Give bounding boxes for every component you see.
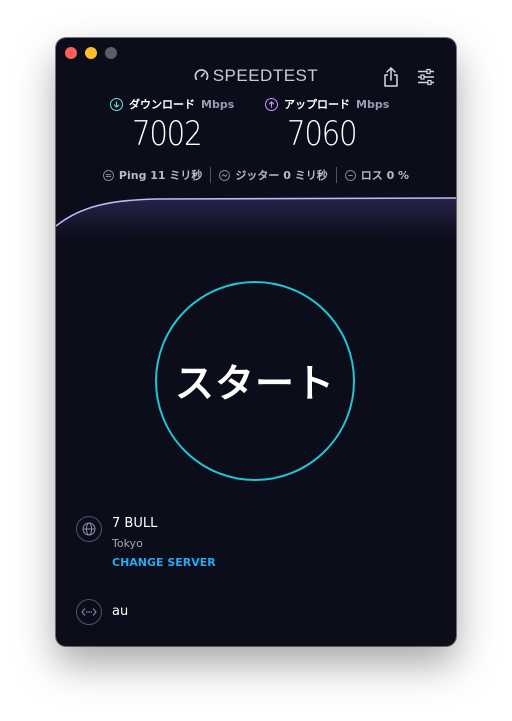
- jitter-text: ジッター 0 ミリ秒: [235, 169, 328, 182]
- download-label: ダウンロード: [129, 98, 195, 111]
- close-window-button[interactable]: [65, 47, 77, 59]
- upload-arrow-icon: [265, 97, 278, 111]
- loss-stat: ロス 0 %: [344, 167, 410, 183]
- server-name: 7 BULL: [112, 516, 158, 531]
- download-unit: Mbps: [201, 97, 235, 111]
- server-city: Tokyo: [112, 537, 143, 550]
- zoom-window-button[interactable]: [105, 47, 117, 59]
- stats-divider: [335, 167, 337, 183]
- upload-metric: アップロード Mbps 7060: [265, 96, 389, 154]
- speedometer-icon: [194, 69, 209, 81]
- logo-text: SPEEDTEST: [212, 66, 319, 85]
- upload-unit: Mbps: [356, 97, 390, 111]
- jitter-icon: [219, 169, 231, 181]
- download-arrow-icon: [110, 97, 123, 111]
- upload-label: アップロード: [284, 98, 350, 111]
- upload-value: 7060: [287, 114, 358, 154]
- stats-row: Ping 11 ミリ秒 ジッター 0 ミリ秒 ロス 0 %: [56, 167, 456, 183]
- loss-text: ロス 0 %: [360, 169, 410, 182]
- window-controls: [65, 47, 117, 59]
- sliders-icon[interactable]: [417, 68, 435, 86]
- ping-stat: Ping 11 ミリ秒: [102, 167, 203, 183]
- stats-divider: [210, 167, 212, 183]
- ping-text: Ping 11 ミリ秒: [118, 169, 203, 182]
- loss-icon: [344, 169, 356, 181]
- download-metric: ダウンロード Mbps 7002: [110, 96, 234, 154]
- isp-name: au: [112, 604, 129, 619]
- ping-icon: [102, 169, 114, 181]
- globe-icon: [76, 516, 102, 542]
- network-icon: [76, 599, 102, 625]
- speedtest-window: SPEEDTEST ダウンロード Mbps 7002 アップロード Mbps 7…: [56, 38, 456, 646]
- download-value: 7002: [132, 114, 203, 154]
- start-button[interactable]: スタート: [155, 281, 355, 481]
- speed-graph: [56, 197, 456, 238]
- minimize-window-button[interactable]: [85, 47, 97, 59]
- speed-graph-area: [56, 198, 456, 238]
- start-button-label: スタート: [174, 362, 335, 407]
- jitter-stat: ジッター 0 ミリ秒: [219, 167, 328, 183]
- share-icon[interactable]: [382, 66, 400, 88]
- change-server-link[interactable]: CHANGE SERVER: [112, 556, 216, 569]
